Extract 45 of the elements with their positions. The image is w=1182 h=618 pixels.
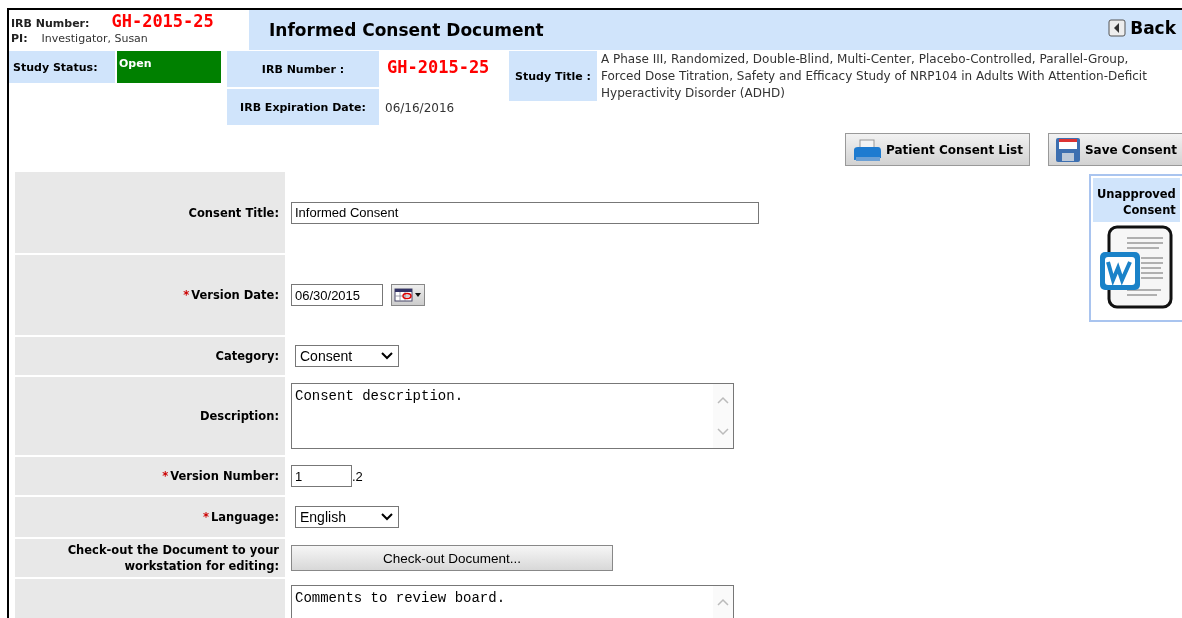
- patient-list-button[interactable]: Patient Consent List: [844, 133, 1030, 166]
- version-date-field[interactable]: 06/30/2015: [291, 284, 383, 306]
- chevron-down-icon: [380, 512, 394, 522]
- irb-label: IRB Number:: [11, 17, 90, 30]
- required-mark: *: [183, 288, 190, 302]
- irb-number-label: IRB Number :: [227, 51, 379, 87]
- consent-title-field[interactable]: Informed Consent: [291, 201, 759, 224]
- study-title: A Phase III, Randomized, Double-Blind, Multi-Center, Placebo-Controlled, Parallel-Group, Forced Dose Titration, Safety and Efficacy Study of NRP104 in Adults With Attention-Deficit Hyperactivity Disorder (ADHD): [601, 51, 1148, 102]
- text-area[interactable]: Comments to review board.: [291, 585, 734, 618]
- irb-number: GH-2015-25: [111, 11, 214, 31]
- check-out-button[interactable]: Check-out Document...: [291, 545, 613, 571]
- field-label: Check-out the Document to your workstation for editing:: [66, 542, 279, 574]
- irb-number: GH-2015-25: [386, 56, 491, 79]
- dropdown[interactable]: Consent: [295, 345, 399, 367]
- pi-label: PI:: [11, 32, 28, 45]
- word-document-icon[interactable]: [1097, 224, 1176, 310]
- scroll-up-icon[interactable]: [716, 395, 730, 405]
- required-mark: *: [162, 469, 169, 483]
- document-heading: Unapproved Consent: [1093, 178, 1180, 222]
- field-label: Consent Title:: [188, 204, 279, 221]
- save-button[interactable]: Save Consent: [1047, 133, 1182, 166]
- irb-expiration-label: IRB Expiration Date:: [227, 89, 379, 125]
- calendar-icon: [393, 286, 423, 304]
- scroll-up-icon[interactable]: [716, 597, 730, 607]
- field-label: Category:: [215, 348, 279, 364]
- study-status-label: Study Status:: [9, 51, 115, 83]
- printer-icon: [851, 137, 882, 162]
- irb-expiration-date: 06/16/2016: [384, 100, 455, 117]
- page-title: Informed Consent Document: [269, 20, 544, 40]
- pi-name: Investigator, Susan: [41, 32, 148, 45]
- study-title-label: Study Title :: [509, 51, 597, 101]
- version-number-field[interactable]: 1: [291, 465, 352, 487]
- text-area[interactable]: Consent description.: [291, 383, 734, 449]
- back-button[interactable]: Back: [1108, 18, 1182, 42]
- field-label: Version Number:: [170, 468, 279, 484]
- minor-version: .2: [352, 468, 363, 484]
- calendar-button[interactable]: [391, 284, 425, 306]
- required-mark: *: [202, 510, 209, 524]
- field-label: Description:: [200, 408, 279, 424]
- field-label: Language:: [210, 509, 279, 525]
- scroll-down-icon[interactable]: [716, 427, 730, 437]
- chevron-down-icon: [380, 351, 394, 361]
- dropdown[interactable]: English: [295, 506, 399, 528]
- study-status: Open: [117, 51, 221, 83]
- field-label: Version Date:: [191, 287, 279, 303]
